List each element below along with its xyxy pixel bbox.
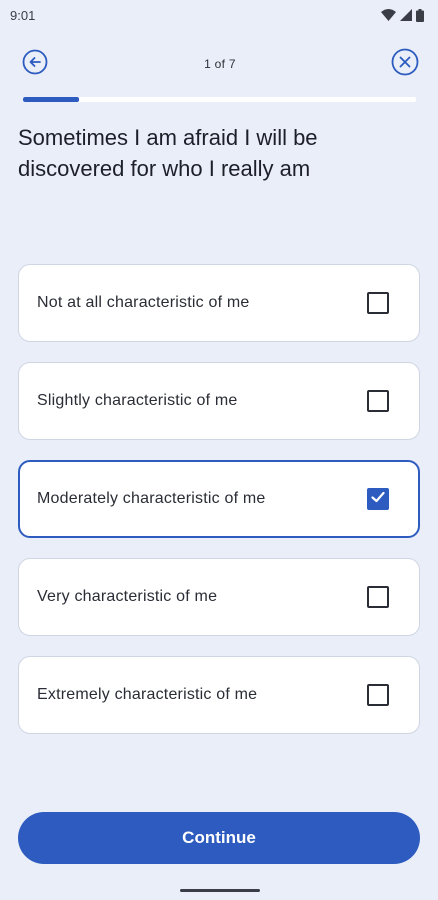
option-extremely[interactable]: Extremely characteristic of me <box>18 656 420 734</box>
option-label: Moderately characteristic of me <box>37 490 266 507</box>
close-circle-icon <box>391 48 419 81</box>
battery-icon <box>416 8 424 22</box>
option-slightly[interactable]: Slightly characteristic of me <box>18 362 420 440</box>
option-not-at-all[interactable]: Not at all characteristic of me <box>18 264 420 342</box>
wifi-icon <box>381 9 396 21</box>
option-label: Slightly characteristic of me <box>37 392 238 409</box>
question-text: Sometimes I am afraid I will be discover… <box>18 125 318 181</box>
checkbox[interactable] <box>367 684 389 706</box>
continue-label: Continue <box>182 828 256 847</box>
close-button[interactable] <box>390 48 420 81</box>
page-indicator: 1 of 7 <box>204 57 236 71</box>
arrow-left-circle-icon <box>22 49 48 80</box>
option-label: Not at all characteristic of me <box>37 294 250 311</box>
status-icons <box>381 8 424 22</box>
option-label: Extremely characteristic of me <box>37 686 258 703</box>
checkbox[interactable] <box>367 292 389 314</box>
option-moderately[interactable]: Moderately characteristic of me <box>18 460 420 538</box>
option-label: Very characteristic of me <box>37 588 218 605</box>
status-bar: 9:01 <box>0 0 438 30</box>
status-time: 9:01 <box>10 7 36 23</box>
check-icon <box>370 489 386 510</box>
checkbox[interactable] <box>367 586 389 608</box>
signal-icon <box>400 9 412 21</box>
screen: 9:01 1 of 7 Sometimes I am afraid I will… <box>0 0 438 900</box>
header: 1 of 7 <box>20 44 420 84</box>
progress-bar <box>23 97 416 102</box>
home-indicator[interactable] <box>180 889 260 892</box>
progress-fill <box>23 97 80 102</box>
checkbox-checked[interactable] <box>367 488 389 510</box>
option-very[interactable]: Very characteristic of me <box>18 558 420 636</box>
checkbox[interactable] <box>367 390 389 412</box>
options-list: Not at all characteristic of me Slightly… <box>18 264 420 734</box>
continue-button[interactable]: Continue <box>18 812 420 864</box>
back-button[interactable] <box>20 49 50 79</box>
